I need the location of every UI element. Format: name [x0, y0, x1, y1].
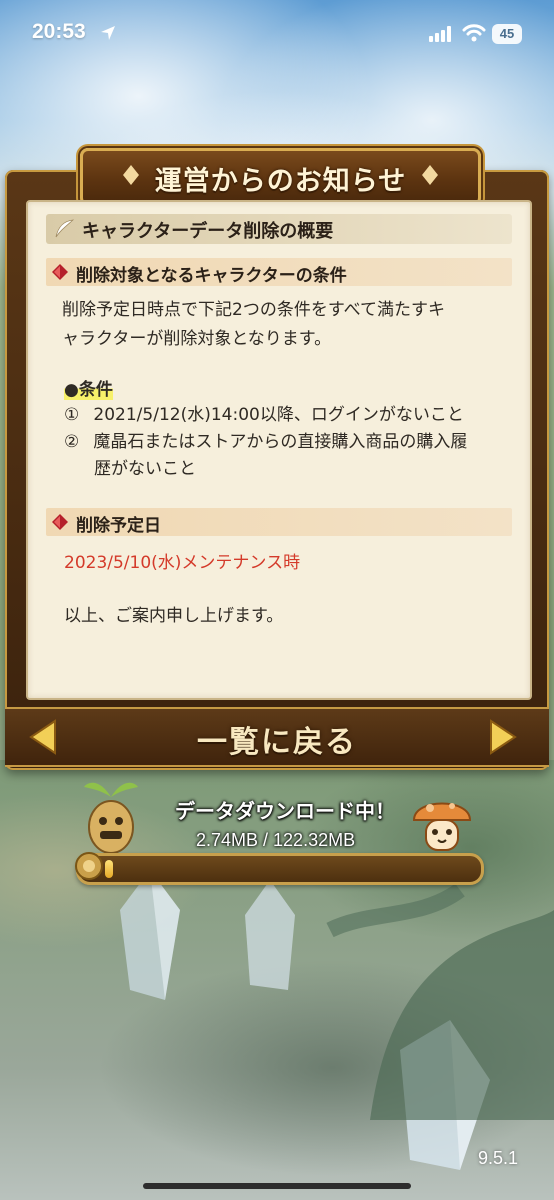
section-body: 削除予定日時点で下記2つの条件をすべて満たすキ ャラクターが削除対象となります。 — [62, 296, 445, 354]
download-status: データダウンロード中！ — [175, 799, 395, 823]
condition-number: ② — [64, 432, 80, 452]
location-arrow-icon — [101, 26, 115, 40]
quill-icon — [55, 219, 74, 238]
mushroom-mascot-icon — [412, 802, 472, 851]
wifi-icon — [462, 24, 486, 42]
next-arrow-icon[interactable] — [487, 719, 519, 755]
crystal-decoration — [120, 870, 180, 1000]
home-indicator[interactable] — [143, 1183, 411, 1189]
section-heading-text: 削除予定日 — [76, 516, 161, 536]
condition-text: 魔晶石またはストアからの直接購入商品の購入履 — [93, 432, 468, 452]
ornament-icon — [123, 165, 139, 185]
crystal-decoration — [245, 880, 295, 990]
progress-knob-icon — [75, 852, 103, 880]
download-progress-fill — [105, 860, 114, 878]
conditions-label: ●条件 — [64, 375, 113, 400]
section-heading-conditions: 削除対象となるキャラクターの条件 — [46, 258, 512, 286]
download-progress-bar — [75, 852, 484, 885]
condition-text: 2021/5/12(水)14:00以降、ログインがないこと — [93, 405, 464, 425]
condition-item: ① 2021/5/12(水)14:00以降、ログインがないこと — [64, 402, 464, 429]
app-version: 9.5.1 — [478, 1148, 519, 1168]
section-heading-text: 削除対象となるキャラクターの条件 — [76, 266, 347, 286]
ornament-icon — [422, 165, 438, 185]
back-bar: 一覧に戻る — [5, 707, 549, 767]
battery-indicator: 45 — [492, 24, 522, 44]
sprout-mascot-icon — [84, 782, 138, 854]
red-gem-icon — [52, 264, 68, 280]
cellular-signal-icon — [429, 26, 451, 42]
deletion-date: 2023/5/10(水)メンテナンス時 — [64, 553, 301, 573]
dialog-title: 運営からのお知らせ — [154, 166, 407, 197]
condition-text-continued: 歴がないこと — [94, 459, 196, 479]
condition-item: ② 魔晶石またはストアからの直接購入商品の購入履 歴がないこと — [64, 429, 467, 483]
main-heading-text: キャラクターデータ削除の概要 — [82, 221, 334, 242]
tree-decoration — [326, 883, 554, 1120]
section-heading-date: 削除予定日 — [46, 508, 512, 536]
back-to-list-button[interactable]: 一覧に戻る — [5, 717, 549, 761]
download-size: 2.74MB / 122.32MB — [196, 830, 356, 850]
body-line: 削除予定日時点で下記2つの条件をすべて満たすキ — [62, 300, 445, 320]
red-gem-icon — [52, 514, 68, 530]
status-bar: 20:53 45 — [0, 0, 554, 70]
condition-number: ① — [64, 405, 80, 425]
body-line: ャラクターが削除対象となります。 — [62, 329, 332, 349]
notice-content[interactable]: キャラクターデータ削除の概要 削除対象となるキャラクターの条件 削除予定日時点で… — [26, 200, 532, 700]
main-heading: キャラクターデータ削除の概要 — [46, 214, 512, 244]
status-time: 20:53 — [32, 20, 86, 43]
closing-text: 以上、ご案内申し上げます。 — [64, 606, 284, 626]
dialog-title-plate: 運営からのお知らせ — [80, 148, 481, 206]
